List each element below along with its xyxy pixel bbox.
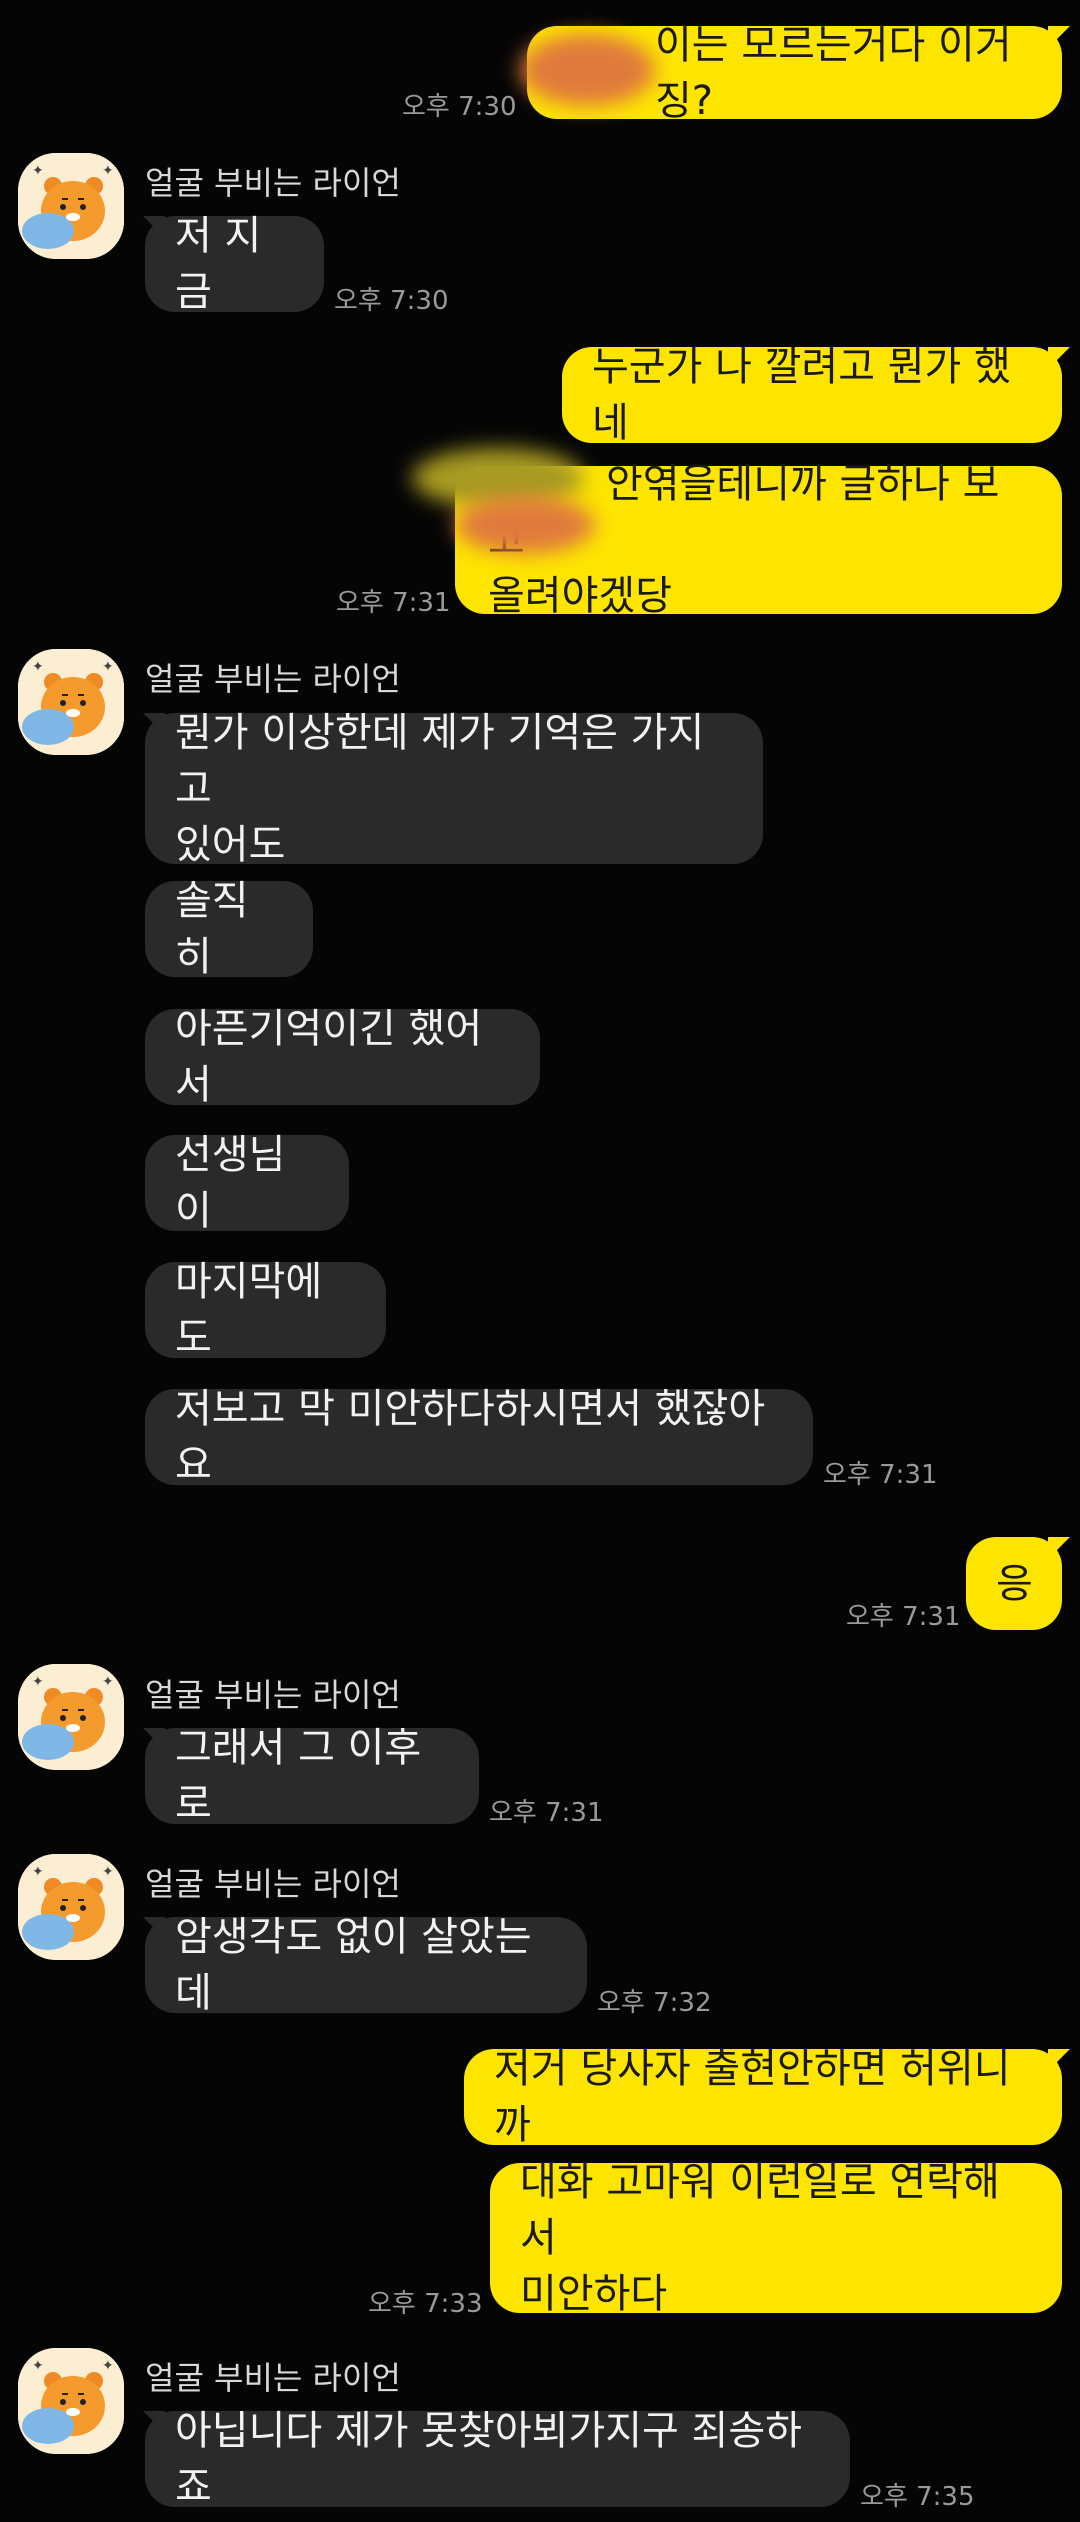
sender-name: 얼굴 부비는 라이언 xyxy=(145,660,401,698)
ryan-character-icon: ✦ ✦ xyxy=(18,153,124,259)
sender-name: 얼굴 부비는 라이언 xyxy=(145,2359,401,2397)
message-timestamp: 오후 7:31 xyxy=(823,1460,938,1490)
svg-text:✦: ✦ xyxy=(102,2358,114,2374)
svg-text:✦: ✦ xyxy=(32,1864,44,1880)
svg-text:✦: ✦ xyxy=(32,2358,44,2374)
svg-text:✦: ✦ xyxy=(32,1674,44,1690)
incoming-message-bubble[interactable]: 솔직히 xyxy=(145,878,313,980)
ryan-character-icon: ✦ ✦ xyxy=(18,1854,124,1960)
svg-text:✦: ✦ xyxy=(102,1864,114,1880)
sender-avatar[interactable]: ✦ ✦ xyxy=(18,649,124,755)
svg-text:✦: ✦ xyxy=(102,659,114,675)
svg-text:✦: ✦ xyxy=(32,163,44,179)
sender-avatar[interactable]: ✦ ✦ xyxy=(18,153,124,259)
incoming-message-bubble[interactable]: 저 지금 xyxy=(145,213,324,315)
incoming-message-bubble[interactable]: 아픈기억이긴 했어서 xyxy=(145,1006,540,1108)
svg-text:✦: ✦ xyxy=(102,1674,114,1690)
message-timestamp: 오후 7:33 xyxy=(368,2289,483,2319)
incoming-message-bubble[interactable]: 그래서 그 이후로 xyxy=(145,1725,479,1827)
message-timestamp: 오후 7:31 xyxy=(489,1798,604,1828)
message-timestamp: 오후 7:35 xyxy=(860,2482,975,2512)
message-timestamp: 오후 7:31 xyxy=(846,1602,961,1632)
bubble-tail xyxy=(1048,2049,1070,2071)
chat-room[interactable]: 오후 7:30 이는 모르는거다 이거징? ✦ ✦ 얼굴 부비는 라이언 저 지… xyxy=(0,0,1080,2522)
message-timestamp: 오후 7:30 xyxy=(334,286,449,316)
incoming-message-bubble[interactable]: 암생각도 없이 살았는데 xyxy=(145,1914,587,2016)
sender-avatar[interactable]: ✦ ✦ xyxy=(18,1854,124,1960)
bubble-tail xyxy=(1048,26,1070,48)
incoming-message-bubble[interactable]: 마지막에도 xyxy=(145,1259,386,1361)
sender-name: 얼굴 부비는 라이언 xyxy=(145,1676,401,1714)
incoming-message-bubble[interactable]: 아닙니다 제가 못찾아뵈가지구 죄송하죠 xyxy=(145,2408,850,2510)
svg-text:✦: ✦ xyxy=(102,163,114,179)
bubble-tail xyxy=(1048,1537,1070,1559)
sender-avatar[interactable]: ✦ ✦ xyxy=(18,2348,124,2454)
incoming-message-bubble[interactable]: 뭔가 이상한데 제가 기억은 가지고 있어도 xyxy=(145,710,763,868)
sender-avatar[interactable]: ✦ ✦ xyxy=(18,1664,124,1770)
redaction-blur xyxy=(455,496,595,554)
message-timestamp: 오후 7:30 xyxy=(402,92,517,122)
ryan-character-icon: ✦ ✦ xyxy=(18,1664,124,1770)
ryan-character-icon: ✦ ✦ xyxy=(18,2348,124,2454)
svg-text:✦: ✦ xyxy=(32,659,44,675)
ryan-character-icon: ✦ ✦ xyxy=(18,649,124,755)
outgoing-message-bubble[interactable]: 대화 고마워 이런일로 연락해서 미안하다 xyxy=(490,2159,1062,2317)
outgoing-message-bubble[interactable]: 누군가 나 깔려고 뭔가 했네 xyxy=(562,344,1062,446)
incoming-message-bubble[interactable]: 저보고 막 미안하다하시면서 했잖아요 xyxy=(145,1386,813,1488)
redaction-blur xyxy=(520,34,655,106)
sender-name: 얼굴 부비는 라이언 xyxy=(145,1865,401,1903)
incoming-message-bubble[interactable]: 선생님이 xyxy=(145,1132,349,1234)
message-timestamp: 오후 7:32 xyxy=(597,1988,712,2018)
message-timestamp: 오후 7:31 xyxy=(336,588,451,618)
bubble-tail xyxy=(1048,347,1070,369)
outgoing-message-bubble[interactable]: 저거 당사자 출현안하면 허위니까 xyxy=(464,2046,1062,2148)
sender-name: 얼굴 부비는 라이언 xyxy=(145,164,401,202)
